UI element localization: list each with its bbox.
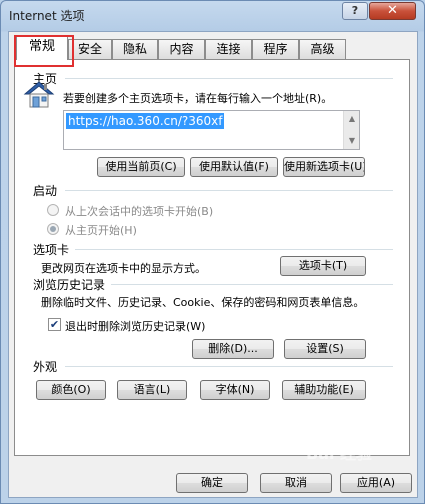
use-new-tab-button[interactable]: 使用新选项卡(U) (283, 157, 365, 177)
use-current-button[interactable]: 使用当前页(C) (97, 157, 185, 177)
house-icon (23, 81, 55, 108)
fonts-button[interactable]: 字体(N) (200, 380, 270, 400)
tabs-section-label: 选项卡 (33, 243, 70, 257)
tab-programs[interactable]: 程序 (252, 39, 299, 59)
tab-privacy[interactable]: 隐私 (112, 39, 158, 59)
history-divider (111, 284, 393, 285)
window-title: Internet 选项 (9, 9, 85, 23)
tab-connections[interactable]: 连接 (205, 39, 252, 59)
home-description: 若要创建多个主页选项卡，请在每行输入一个地址(R)。 (63, 92, 333, 105)
accessibility-button[interactable]: 辅助功能(E) (282, 380, 366, 400)
tab-content[interactable]: 内容 (158, 39, 205, 59)
homepage-url-text: https://hao.360.cn/?360xf (66, 113, 225, 129)
appearance-divider (65, 366, 393, 367)
cancel-button[interactable]: 取消 (260, 473, 332, 493)
delete-on-exit-label: 退出时删除浏览历史记录(W) (65, 320, 206, 333)
title-bar: Internet 选项 ? ✕ (1, 1, 424, 31)
languages-button[interactable]: 语言(L) (117, 380, 187, 400)
startup-last-session-radio[interactable] (47, 204, 59, 216)
url-scrollbar[interactable]: ▲ ▼ (343, 111, 359, 149)
home-divider (65, 78, 393, 79)
close-button[interactable]: ✕ (369, 2, 416, 20)
scroll-up-icon[interactable]: ▲ (344, 111, 360, 127)
colors-button[interactable]: 颜色(O) (36, 380, 106, 400)
help-button[interactable]: ? (342, 2, 368, 20)
use-default-button[interactable]: 使用默认值(F) (190, 157, 278, 177)
internet-options-dialog: Internet 选项 ? ✕ 常规 安全 隐私 内容 连接 程序 高级 主页 (0, 0, 425, 504)
history-description: 删除临时文件、历史记录、Cookie、保存的密码和网页表单信息。 (41, 296, 365, 309)
startup-divider (65, 190, 393, 191)
tabs-settings-button[interactable]: 选项卡(T) (280, 256, 366, 276)
tab-security[interactable]: 安全 (68, 39, 112, 59)
tab-general[interactable]: 常规 (16, 35, 68, 60)
dialog-client-area: 常规 安全 隐私 内容 连接 程序 高级 主页 若要创建多个主页选项卡，请在每行… (8, 31, 418, 498)
tabs-description: 更改网页在选项卡中的显示方式。 (41, 262, 206, 275)
startup-home-label: 从主页开始(H) (65, 224, 137, 237)
history-section-label: 浏览历史记录 (33, 278, 106, 292)
tabs-divider (75, 249, 393, 250)
delete-history-button[interactable]: 删除(D)... (192, 339, 274, 359)
homepage-url-field[interactable]: https://hao.360.cn/?360xf ▲ ▼ (63, 110, 360, 150)
apply-button[interactable]: 应用(A) (340, 473, 412, 493)
history-settings-button[interactable]: 设置(S) (284, 339, 366, 359)
startup-home-radio[interactable] (47, 223, 59, 235)
appearance-section-label: 外观 (33, 360, 58, 374)
ok-button[interactable]: 确定 (176, 473, 248, 493)
delete-on-exit-checkbox[interactable]: ✔ (48, 318, 61, 331)
startup-last-session-label: 从上次会话中的选项卡开始(B) (65, 205, 214, 218)
startup-section-label: 启动 (33, 184, 58, 198)
tab-strip: 常规 安全 隐私 内容 连接 程序 高级 (9, 32, 417, 60)
tab-advanced[interactable]: 高级 (299, 39, 346, 59)
general-tab-panel: 主页 若要创建多个主页选项卡，请在每行输入一个地址(R)。 https://ha… (14, 59, 410, 456)
scroll-down-icon[interactable]: ▼ (344, 133, 360, 149)
